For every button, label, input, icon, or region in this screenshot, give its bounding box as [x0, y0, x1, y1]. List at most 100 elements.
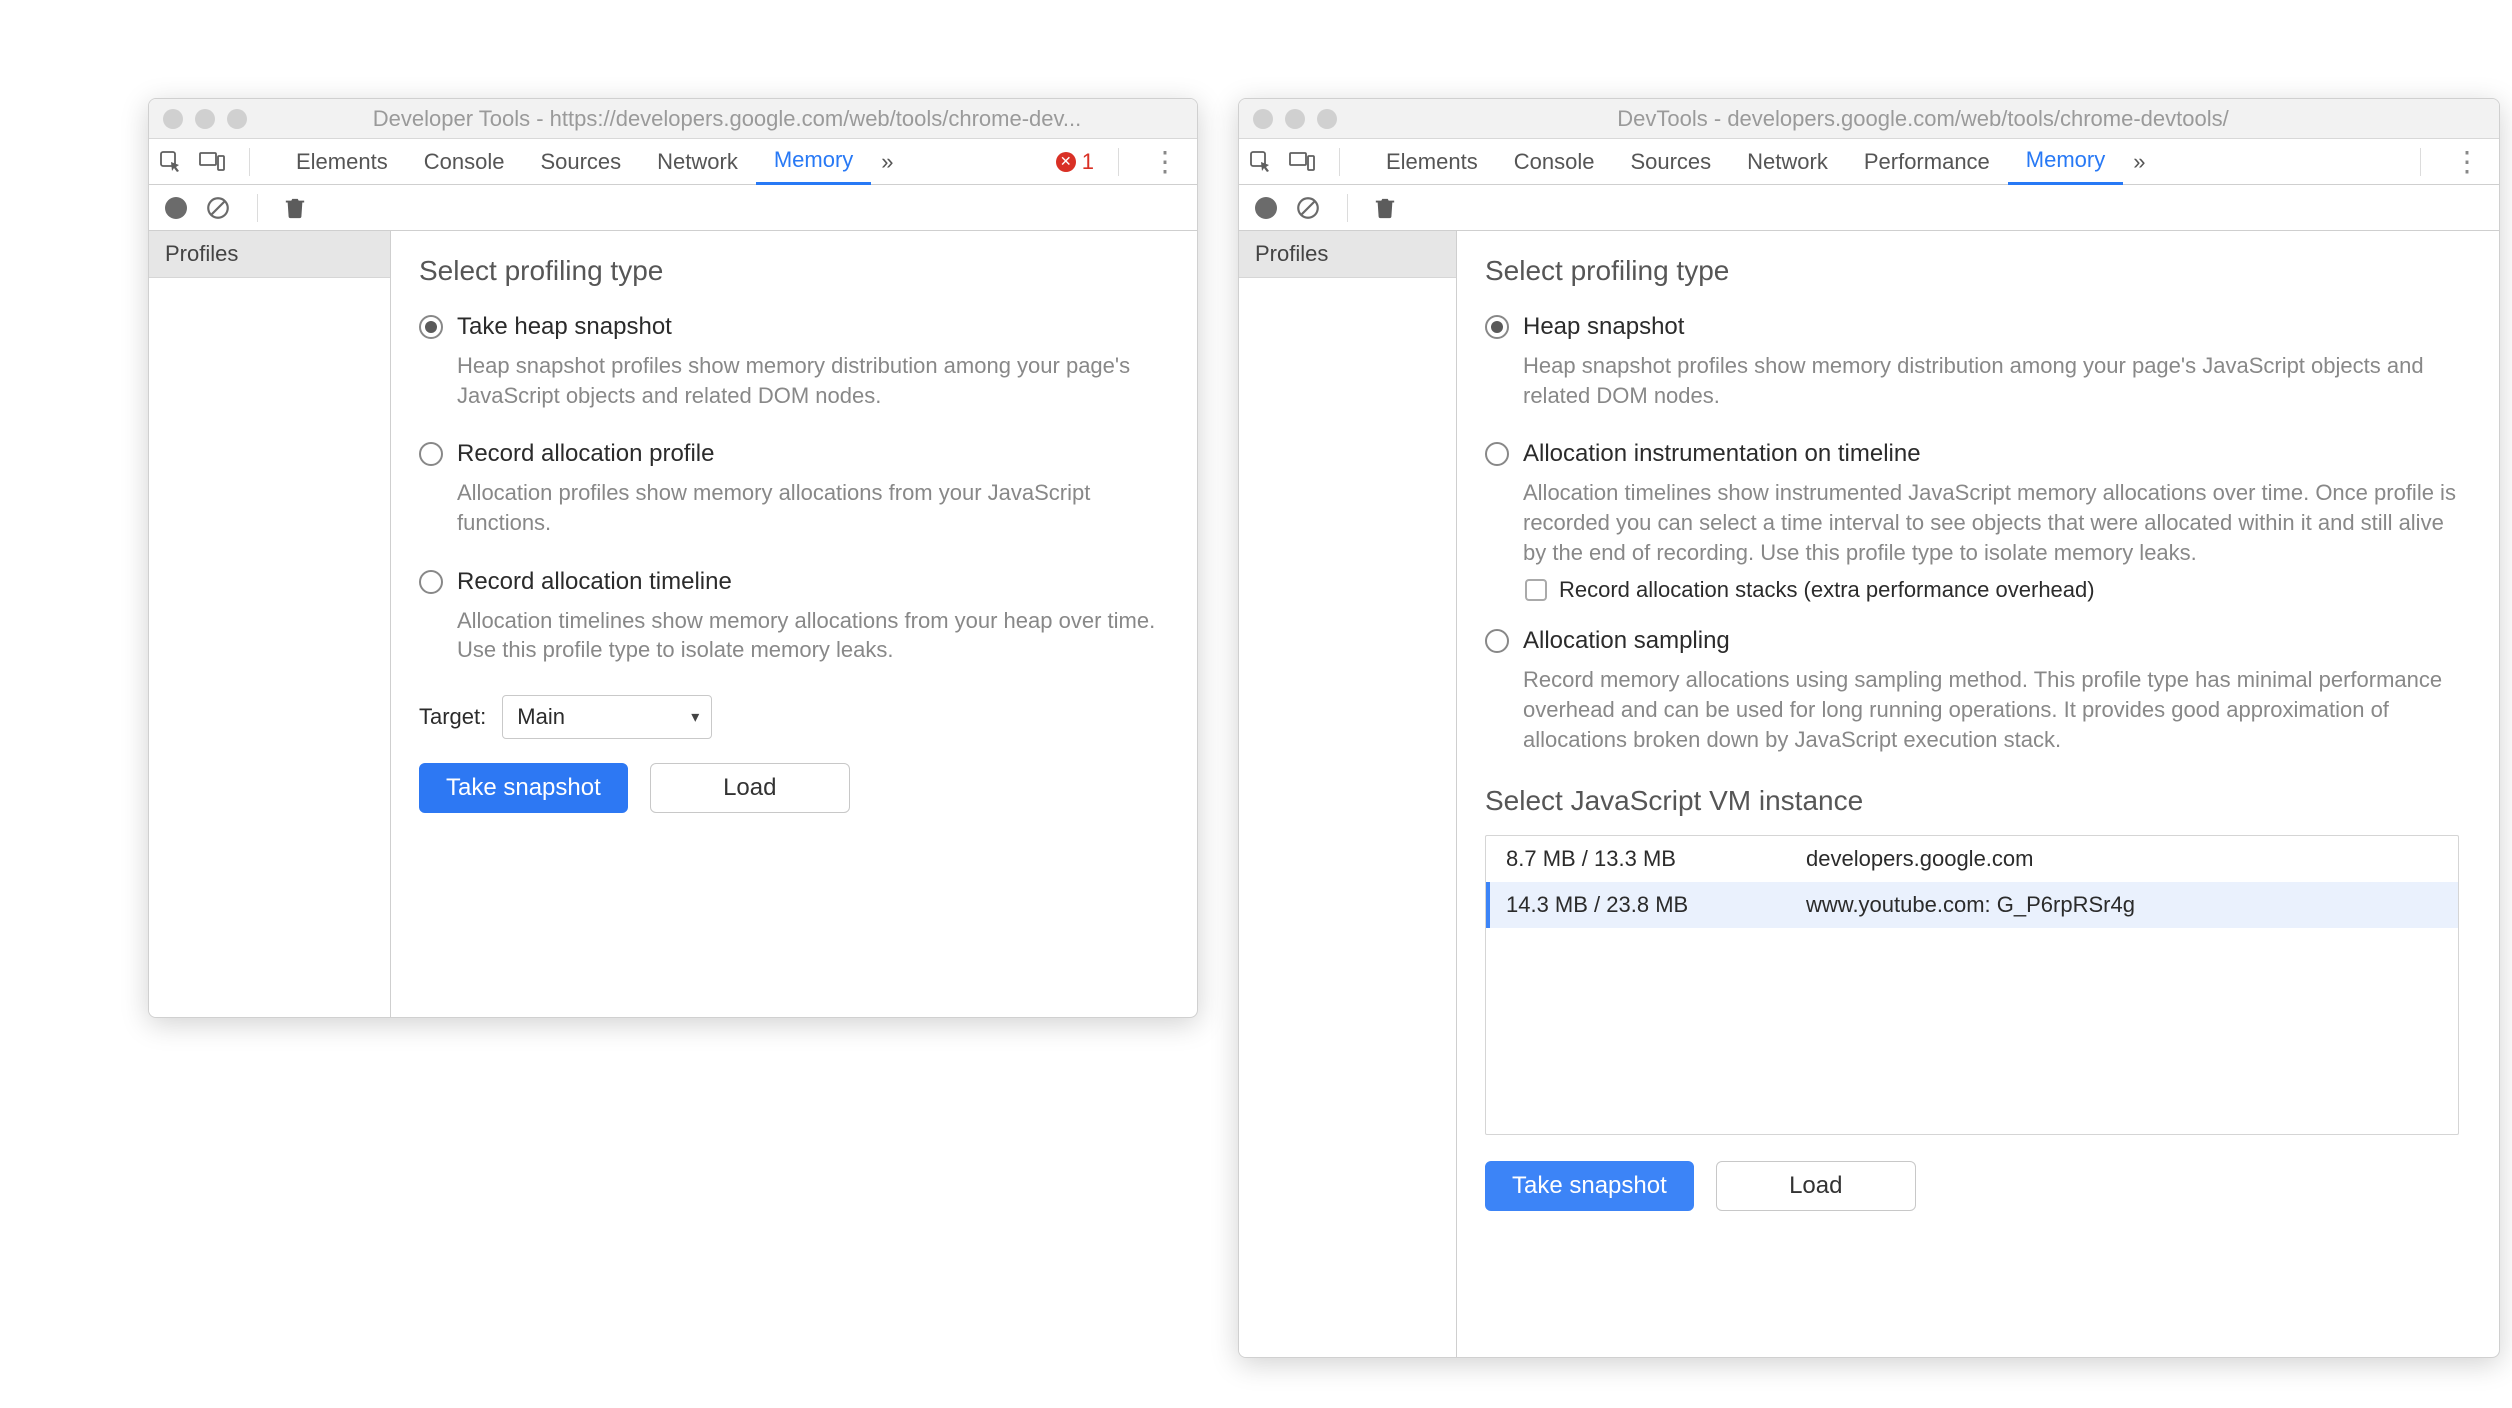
inspect-element-icon[interactable] — [159, 150, 183, 174]
profiling-panel: Select profiling type Take heap snapshot… — [391, 231, 1197, 1017]
profiling-option[interactable]: Take heap snapshot Heap snapshot profile… — [419, 313, 1169, 410]
profiling-option[interactable]: Allocation instrumentation on timeline A… — [1485, 440, 2459, 567]
traffic-lights — [163, 109, 247, 129]
profiling-option[interactable]: Record allocation timeline Allocation ti… — [419, 568, 1169, 665]
tab-memory[interactable]: Memory — [2008, 139, 2123, 185]
record-allocation-stacks-row[interactable]: Record allocation stacks (extra performa… — [1525, 577, 2459, 603]
take-snapshot-button[interactable]: Take snapshot — [419, 763, 628, 813]
radio-allocation-sampling[interactable] — [1485, 629, 1509, 653]
radio-heap-snapshot[interactable] — [419, 315, 443, 339]
separator — [1118, 148, 1119, 176]
tab-console[interactable]: Console — [1496, 139, 1613, 185]
clear-icon[interactable] — [205, 195, 231, 221]
device-toolbar-icon[interactable] — [199, 150, 225, 174]
target-row: Target: Main — [419, 695, 1169, 739]
profiling-option[interactable]: Record allocation profile Allocation pro… — [419, 440, 1169, 537]
option-title: Allocation sampling — [1523, 627, 2459, 655]
tab-elements[interactable]: Elements — [1368, 139, 1496, 185]
error-count: 1 — [1082, 149, 1094, 175]
take-snapshot-button[interactable]: Take snapshot — [1485, 1161, 1694, 1211]
body: Profiles Select profiling type Heap snap… — [1239, 231, 2499, 1357]
devtools-window-right: DevTools - developers.google.com/web/too… — [1238, 98, 2500, 1358]
vm-size: 14.3 MB / 23.8 MB — [1506, 892, 1746, 918]
profiles-sidebar: Profiles — [149, 231, 391, 1017]
tab-network[interactable]: Network — [639, 139, 756, 185]
profiling-option[interactable]: Heap snapshot Heap snapshot profiles sho… — [1485, 313, 2459, 410]
vm-host: www.youtube.com: G_P6rpRSr4g — [1806, 892, 2135, 918]
profiles-sidebar: Profiles — [1239, 231, 1457, 1357]
clear-icon[interactable] — [1295, 195, 1321, 221]
option-title: Heap snapshot — [1523, 313, 2459, 341]
vm-section-title: Select JavaScript VM instance — [1485, 785, 2459, 817]
profiles-heading: Profiles — [1239, 231, 1456, 278]
tab-performance[interactable]: Performance — [1846, 139, 2008, 185]
target-select[interactable]: Main — [502, 695, 712, 739]
record-icon[interactable] — [165, 197, 187, 219]
radio-allocation-timeline[interactable] — [419, 570, 443, 594]
vm-instance-row[interactable]: 14.3 MB / 23.8 MB www.youtube.com: G_P6r… — [1486, 882, 2458, 928]
separator — [2420, 148, 2421, 176]
minimize-window-dot[interactable] — [195, 109, 215, 129]
memory-toolbar — [1239, 185, 2499, 231]
target-label: Target: — [419, 704, 486, 730]
record-icon[interactable] — [1255, 197, 1277, 219]
garbage-collect-icon[interactable] — [1374, 196, 1396, 220]
option-title: Allocation instrumentation on timeline — [1523, 440, 2459, 468]
option-title: Record allocation timeline — [457, 568, 1169, 596]
load-button[interactable]: Load — [650, 763, 850, 813]
record-allocation-stacks-checkbox[interactable] — [1525, 579, 1547, 601]
option-desc: Heap snapshot profiles show memory distr… — [1523, 351, 2459, 410]
tab-console[interactable]: Console — [406, 139, 523, 185]
option-desc: Heap snapshot profiles show memory distr… — [457, 351, 1169, 410]
memory-toolbar — [149, 185, 1197, 231]
tab-memory[interactable]: Memory — [756, 139, 871, 185]
tab-network[interactable]: Network — [1729, 139, 1846, 185]
vm-host: developers.google.com — [1806, 846, 2033, 872]
load-button[interactable]: Load — [1716, 1161, 1916, 1211]
profiling-panel: Select profiling type Heap snapshot Heap… — [1457, 231, 2499, 1357]
option-title: Record allocation profile — [457, 440, 1169, 468]
separator — [1347, 194, 1348, 222]
maximize-window-dot[interactable] — [1317, 109, 1337, 129]
radio-heap-snapshot[interactable] — [1485, 315, 1509, 339]
device-toolbar-icon[interactable] — [1289, 150, 1315, 174]
vm-size: 8.7 MB / 13.3 MB — [1506, 846, 1746, 872]
minimize-window-dot[interactable] — [1285, 109, 1305, 129]
close-window-dot[interactable] — [1253, 109, 1273, 129]
tabs-overflow-icon[interactable]: » — [871, 149, 903, 175]
vm-instance-row[interactable]: 8.7 MB / 13.3 MB developers.google.com — [1486, 836, 2458, 882]
traffic-lights — [1253, 109, 1337, 129]
section-title: Select profiling type — [419, 255, 1169, 287]
option-desc: Allocation timelines show instrumented J… — [1523, 478, 2459, 567]
radio-allocation-profile[interactable] — [419, 442, 443, 466]
body: Profiles Select profiling type Take heap… — [149, 231, 1197, 1017]
tab-sources[interactable]: Sources — [522, 139, 639, 185]
tab-sources[interactable]: Sources — [1612, 139, 1729, 185]
panel-tabstrip: Elements Console Sources Network Perform… — [1239, 139, 2499, 185]
radio-allocation-instrumentation[interactable] — [1485, 442, 1509, 466]
titlebar: DevTools - developers.google.com/web/too… — [1239, 99, 2499, 139]
option-desc: Allocation timelines show memory allocat… — [457, 606, 1169, 665]
separator — [1339, 148, 1340, 176]
window-title: DevTools - developers.google.com/web/too… — [1361, 106, 2485, 132]
profiling-option[interactable]: Allocation sampling Record memory alloca… — [1485, 627, 2459, 754]
maximize-window-dot[interactable] — [227, 109, 247, 129]
vm-instance-list: 8.7 MB / 13.3 MB developers.google.com 1… — [1485, 835, 2459, 1135]
section-title: Select profiling type — [1485, 255, 2459, 287]
tab-elements[interactable]: Elements — [278, 139, 406, 185]
garbage-collect-icon[interactable] — [284, 196, 306, 220]
record-allocation-stacks-label: Record allocation stacks (extra performa… — [1559, 577, 2095, 603]
separator — [249, 148, 250, 176]
panel-tabstrip: Elements Console Sources Network Memory … — [149, 139, 1197, 185]
profiles-heading: Profiles — [149, 231, 390, 278]
separator — [257, 194, 258, 222]
error-count-badge[interactable]: ✕1 — [1056, 149, 1094, 175]
inspect-element-icon[interactable] — [1249, 150, 1273, 174]
tabs-overflow-icon[interactable]: » — [2123, 149, 2155, 175]
close-window-dot[interactable] — [163, 109, 183, 129]
option-title: Take heap snapshot — [457, 313, 1169, 341]
devtools-window-left: Developer Tools - https://developers.goo… — [148, 98, 1198, 1018]
window-title: Developer Tools - https://developers.goo… — [271, 106, 1183, 132]
titlebar: Developer Tools - https://developers.goo… — [149, 99, 1197, 139]
option-desc: Allocation profiles show memory allocati… — [457, 478, 1169, 537]
